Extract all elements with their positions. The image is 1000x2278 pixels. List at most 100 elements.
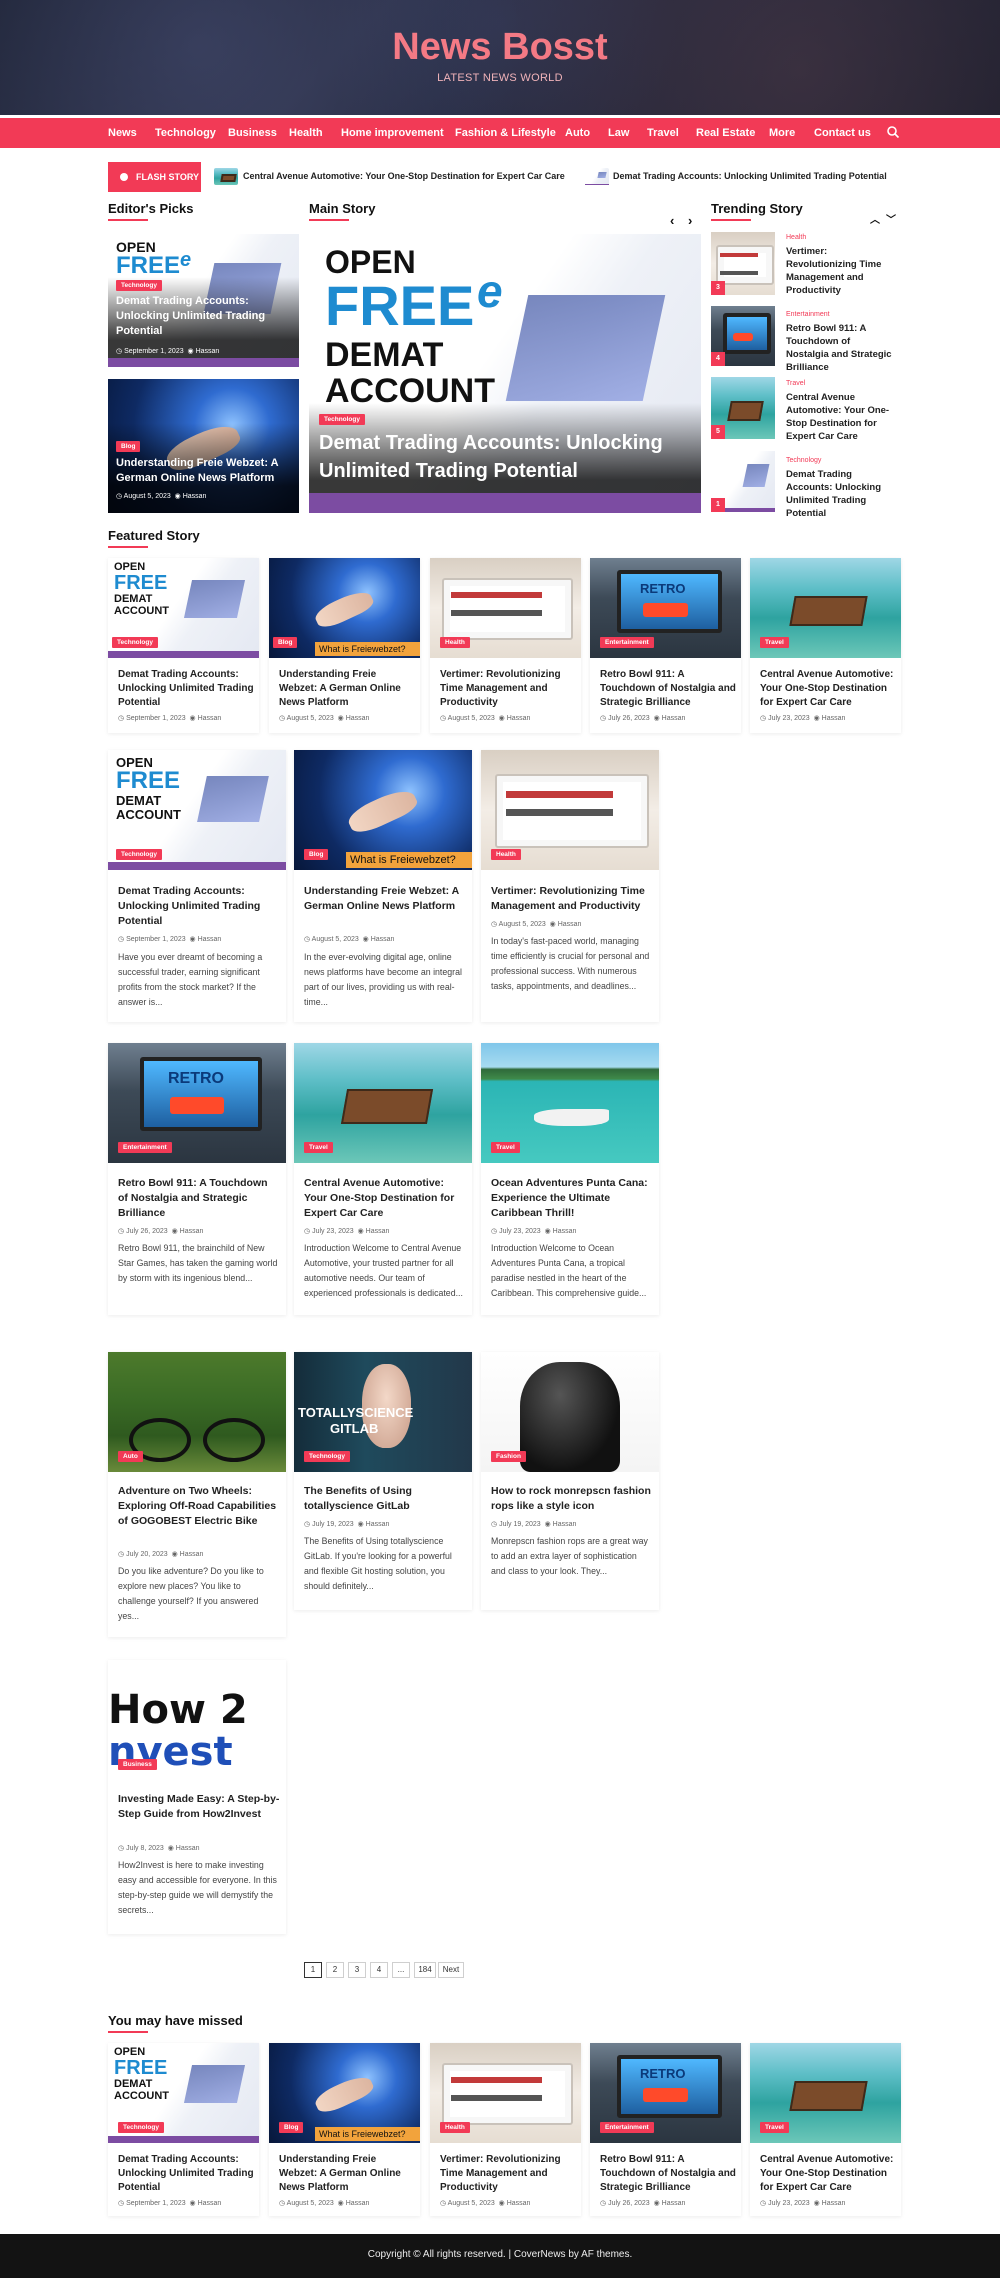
post-author[interactable]: Hassan — [507, 2200, 531, 2207]
search-icon[interactable] — [886, 125, 900, 139]
category-badge[interactable]: Entertainment — [600, 637, 654, 648]
category-badge[interactable]: Fashion — [491, 1451, 526, 1462]
pagination-page[interactable]: 4 — [370, 1962, 388, 1978]
post-author[interactable]: Hassan — [176, 1845, 200, 1852]
category-badge[interactable]: Blog — [273, 637, 298, 648]
pagination-page[interactable]: 184 — [414, 1962, 436, 1978]
post-card[interactable]: What is Freiewebzet? Blog Understanding … — [294, 750, 472, 1022]
nav-item-news[interactable]: News — [108, 118, 137, 148]
pagination-page[interactable]: 1 — [304, 1962, 322, 1978]
nav-item-home-improvement[interactable]: Home improvement — [341, 118, 444, 148]
editors-pick-headline[interactable]: Understanding Freie Webzet: A German Onl… — [116, 456, 296, 486]
nav-item-law[interactable]: Law — [608, 118, 629, 148]
site-title[interactable]: News Bosst — [0, 26, 1000, 69]
nav-item-health[interactable]: Health — [289, 118, 323, 148]
chevron-left-icon[interactable]: ‹ — [670, 213, 674, 228]
featured-headline[interactable]: Understanding Freie Webzet: A German Onl… — [279, 668, 415, 710]
featured-card[interactable]: Travel Central Avenue Automotive: Your O… — [750, 558, 901, 733]
category-badge[interactable]: Blog — [279, 2122, 304, 2133]
post-author[interactable]: Hassan — [558, 921, 582, 928]
missed-headline[interactable]: Retro Bowl 911: A Touchdown of Nostalgia… — [600, 2153, 736, 2195]
missed-headline[interactable]: Demat Trading Accounts: Unlocking Unlimi… — [118, 2153, 254, 2195]
post-card[interactable]: Health Vertimer: Revolutionizing Time Ma… — [481, 750, 659, 1022]
post-card[interactable]: OPEN FREE DEMAT ACCOUNT Technology Demat… — [108, 750, 286, 1022]
category-badge[interactable]: Blog — [304, 849, 329, 860]
trending-category[interactable]: Travel — [786, 380, 805, 387]
nav-item-fashion-lifestyle[interactable]: Fashion & Lifestyle — [455, 118, 556, 148]
ticker-thumbnail[interactable] — [214, 168, 238, 185]
category-badge[interactable]: Travel — [491, 1142, 520, 1153]
main-story-headline[interactable]: Demat Trading Accounts: Unlocking Unlimi… — [319, 429, 689, 485]
post-author[interactable]: Hassan — [346, 715, 370, 722]
featured-headline[interactable]: Retro Bowl 911: A Touchdown of Nostalgia… — [600, 668, 736, 710]
post-author[interactable]: Hassan — [346, 2200, 370, 2207]
featured-card[interactable]: Health Vertimer: Revolutionizing Time Ma… — [430, 558, 581, 733]
featured-card[interactable]: OPEN FREE DEMAT ACCOUNT Technology Demat… — [108, 558, 259, 733]
post-author[interactable]: Hassan — [553, 1228, 577, 1235]
nav-item-contact-us[interactable]: Contact us — [814, 118, 871, 148]
missed-card[interactable]: Travel Central Avenue Automotive: Your O… — [750, 2043, 901, 2216]
trending-category[interactable]: Entertainment — [786, 311, 830, 318]
post-title[interactable]: Investing Made Easy: A Step-by-Step Guid… — [118, 1792, 280, 1822]
featured-card[interactable]: RETRO BOWL Entertainment Retro Bowl 911:… — [590, 558, 741, 733]
nav-item-auto[interactable]: Auto — [565, 118, 590, 148]
missed-card[interactable]: What is Freiewebzet? Blog Understanding … — [269, 2043, 420, 2216]
missed-card[interactable]: OPEN FREE DEMAT ACCOUNT Technology Demat… — [108, 2043, 259, 2216]
post-card[interactable]: Travel Central Avenue Automotive: Your O… — [294, 1043, 472, 1315]
nav-item-more[interactable]: More — [769, 118, 795, 148]
nav-item-business[interactable]: Business — [228, 118, 277, 148]
nav-item-travel[interactable]: Travel — [647, 118, 679, 148]
main-story-card[interactable]: OPEN FREE e DEMAT ACCOUNT Technology Dem… — [309, 234, 701, 513]
category-badge[interactable]: Blog — [116, 441, 141, 452]
featured-headline[interactable]: Vertimer: Revolutionizing Time Managemen… — [440, 668, 576, 710]
post-title[interactable]: Retro Bowl 911: A Touchdown of Nostalgia… — [118, 1176, 278, 1221]
ticker-thumbnail[interactable] — [585, 168, 609, 185]
missed-headline[interactable]: Central Avenue Automotive: Your One-Stop… — [760, 2153, 896, 2195]
post-title[interactable]: Adventure on Two Wheels: Exploring Off-R… — [118, 1484, 280, 1529]
featured-card[interactable]: What is Freiewebzet? Blog Understanding … — [269, 558, 420, 733]
post-author[interactable]: Hassan — [507, 715, 531, 722]
trending-headline[interactable]: Retro Bowl 911: A Touchdown of Nostalgia… — [786, 322, 894, 374]
post-author[interactable]: Hassan — [822, 2200, 846, 2207]
post-title[interactable]: The Benefits of Using totallyscience Git… — [304, 1484, 466, 1514]
trending-headline[interactable]: Central Avenue Automotive: Your One-Stop… — [786, 391, 894, 443]
featured-headline[interactable]: Demat Trading Accounts: Unlocking Unlimi… — [118, 668, 254, 710]
post-title[interactable]: Vertimer: Revolutionizing Time Managemen… — [491, 884, 653, 914]
missed-card[interactable]: Health Vertimer: Revolutionizing Time Ma… — [430, 2043, 581, 2216]
editors-pick-card[interactable]: OPEN FREE e Technology Demat Trading Acc… — [108, 234, 299, 367]
post-author[interactable]: Hassan — [399, 495, 423, 502]
post-card[interactable]: TOTALLYSCIENCE GITLAB Technology The Ben… — [294, 1352, 472, 1610]
category-badge[interactable]: Health — [440, 637, 470, 648]
post-author[interactable]: Hassan — [366, 1228, 390, 1235]
post-title[interactable]: Understanding Freie Webzet: A German Onl… — [304, 884, 464, 914]
post-author[interactable]: Hassan — [198, 2200, 222, 2207]
nav-item-technology[interactable]: Technology — [155, 118, 216, 148]
category-badge[interactable]: Technology — [319, 414, 365, 425]
category-badge[interactable]: Technology — [116, 849, 162, 860]
pagination-page[interactable]: 3 — [348, 1962, 366, 1978]
missed-card[interactable]: RETRO BOWL Entertainment Retro Bowl 911:… — [590, 2043, 741, 2216]
post-card[interactable]: RETRO BOWL Entertainment Retro Bowl 911:… — [108, 1043, 286, 1315]
post-author[interactable]: Hassan — [180, 1551, 204, 1558]
missed-headline[interactable]: Understanding Freie Webzet: A German Onl… — [279, 2153, 415, 2195]
category-badge[interactable]: Travel — [760, 2122, 789, 2133]
post-card[interactable]: Auto Adventure on Two Wheels: Exploring … — [108, 1352, 286, 1637]
category-badge[interactable]: Technology — [304, 1451, 350, 1462]
missed-headline[interactable]: Vertimer: Revolutionizing Time Managemen… — [440, 2153, 576, 2195]
post-author[interactable]: Hassan — [198, 715, 222, 722]
post-title[interactable]: Ocean Adventures Punta Cana: Experience … — [491, 1176, 653, 1221]
post-author[interactable]: Hassan — [198, 936, 222, 943]
post-author[interactable]: Hassan — [180, 1228, 204, 1235]
category-badge[interactable]: Travel — [760, 637, 789, 648]
category-badge[interactable]: Entertainment — [600, 2122, 654, 2133]
category-badge[interactable]: Health — [491, 849, 521, 860]
category-badge[interactable]: Technology — [118, 2122, 164, 2133]
ticker-item[interactable]: Demat Trading Accounts: Unlocking Unlimi… — [613, 168, 887, 185]
trending-category[interactable]: Health — [786, 234, 806, 241]
nav-item-real-estate[interactable]: Real Estate — [696, 118, 755, 148]
trending-category[interactable]: Technology — [786, 457, 821, 464]
post-card[interactable]: Fashion How to rock monrepscn fashion ro… — [481, 1352, 659, 1610]
ticker-item[interactable]: Central Avenue Automotive: Your One-Stop… — [243, 168, 565, 185]
post-author[interactable]: Hassan — [662, 2200, 686, 2207]
post-author[interactable]: Hassan — [553, 1521, 577, 1528]
